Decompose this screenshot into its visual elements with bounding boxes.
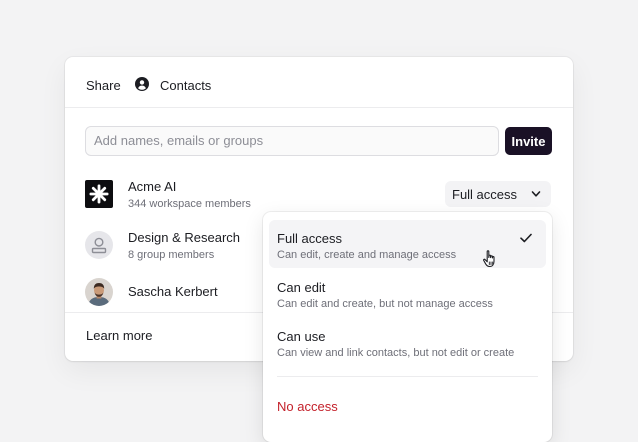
learn-more-link[interactable]: Learn more [86,328,152,343]
hand-pointer-cursor-icon [483,250,495,268]
member-name: Design & Research [128,230,240,245]
chevron-down-icon [531,191,541,197]
member-subtitle: 8 group members [128,249,215,261]
member-subtitle: 344 workspace members [128,198,251,210]
shared-object-label: Contacts [160,78,212,93]
access-level-menu: Full access Can edit, create and manage … [263,212,552,442]
checkmark-icon [520,233,532,243]
person-photo-avatar [85,278,113,306]
option-description: Can edit, create and manage access [277,249,457,261]
access-level-select[interactable]: Full access [445,181,551,207]
menu-option-full-access[interactable]: Full access Can edit, create and manage … [269,220,546,268]
invite-button[interactable]: Invite [505,127,552,155]
acme-logo-avatar [85,180,113,208]
option-description: Can view and link contacts, but not edit… [277,347,515,359]
menu-option-can-use[interactable]: Can use Can view and link contacts, but … [269,318,546,366]
person-circle-icon [135,77,149,91]
access-level-label: Full access [452,186,518,202]
option-title: Full access [277,231,343,246]
menu-option-no-access[interactable]: No access [277,399,338,414]
option-description: Can edit and create, but not manage acce… [277,298,493,310]
dialog-header: Share Contacts [65,57,573,108]
dialog-title: Share [86,78,121,93]
option-title: Can edit [277,280,326,295]
member-name: Acme AI [128,179,177,194]
group-avatar [85,231,113,259]
option-title: Can use [277,329,326,344]
invite-input[interactable] [86,127,492,153]
member-name: Sascha Kerbert [128,284,218,299]
menu-option-can-edit[interactable]: Can edit Can edit and create, but not ma… [269,269,546,317]
invite-input-wrapper [85,126,499,156]
menu-divider [277,376,538,377]
